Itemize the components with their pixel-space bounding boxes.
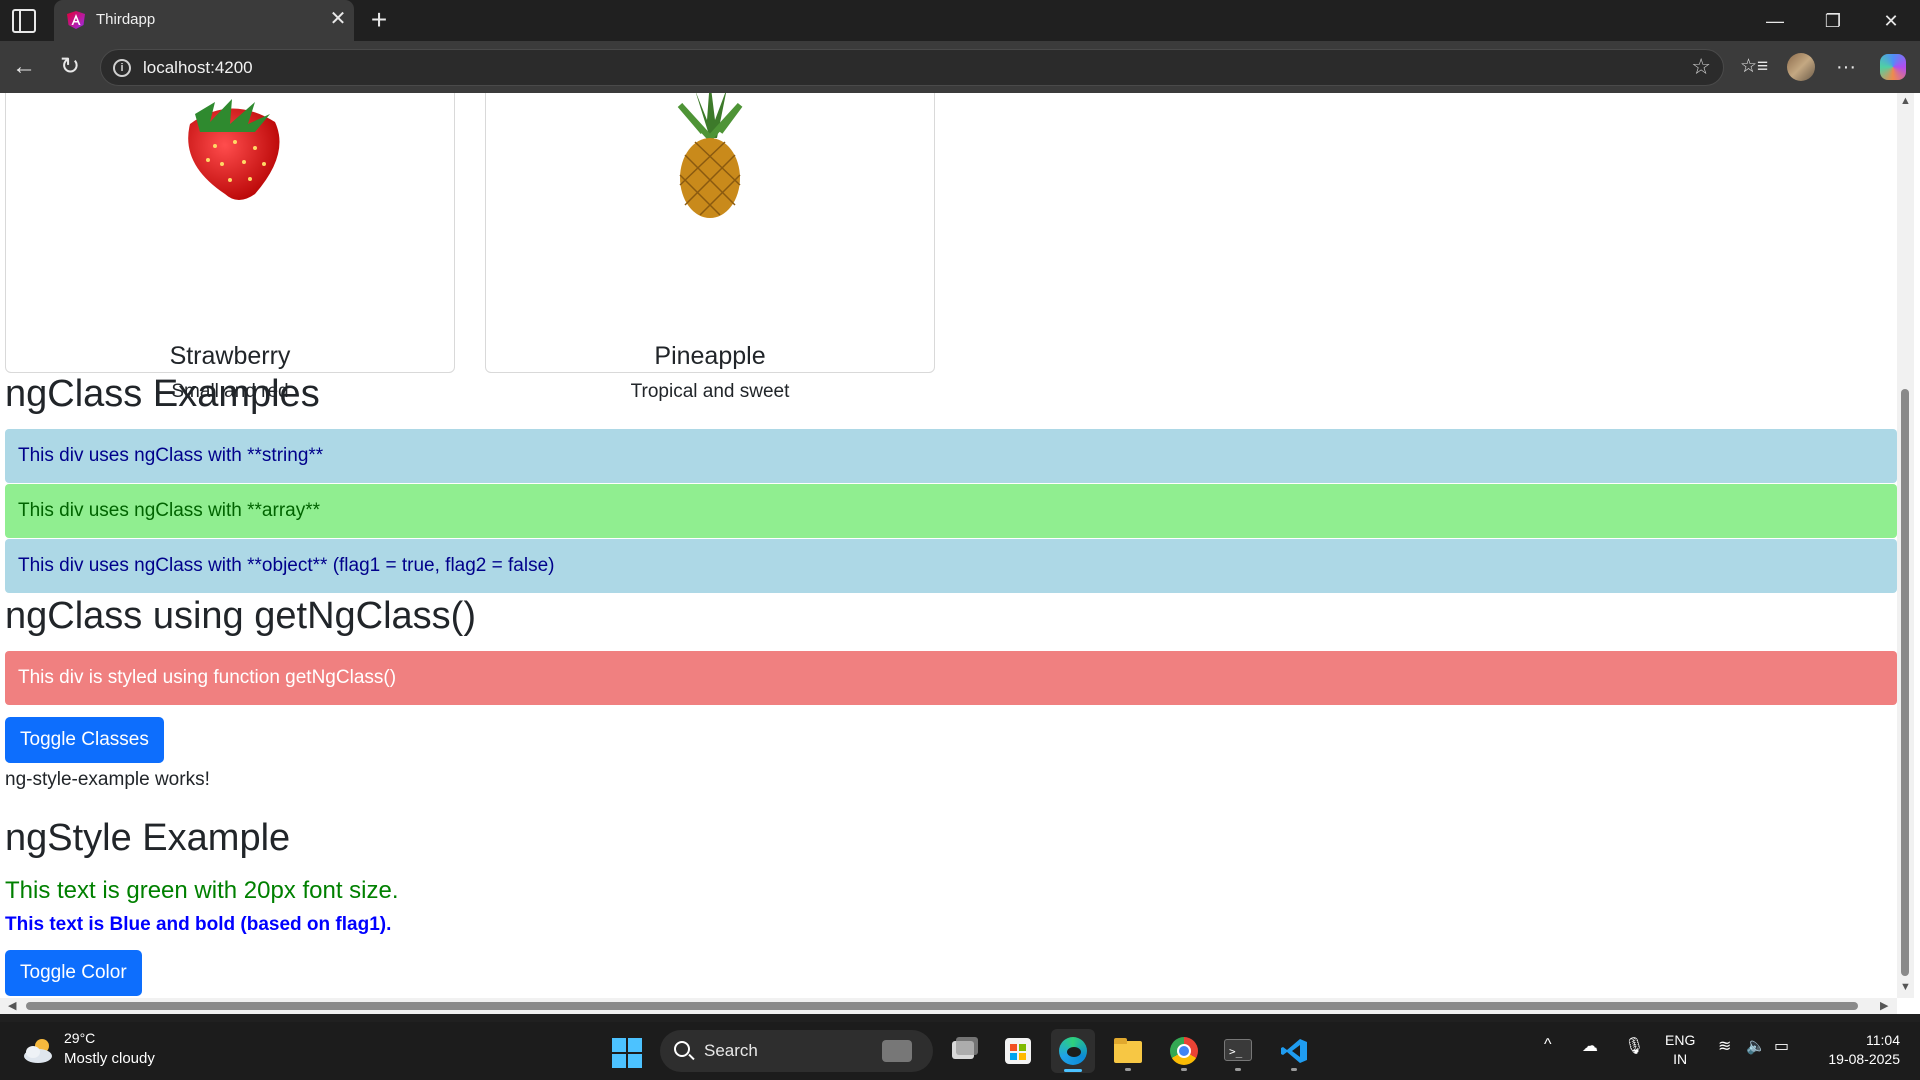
close-window-button[interactable]: ✕: [1868, 6, 1914, 36]
back-button[interactable]: ←: [8, 51, 40, 83]
microsoft-store-icon[interactable]: [996, 1029, 1040, 1073]
taskbar-search[interactable]: Search: [660, 1030, 933, 1072]
getngclass-styled-div: This div is styled using function getNgC…: [5, 651, 1897, 705]
tab-close-icon[interactable]: ✕: [326, 7, 350, 31]
favorite-star-icon[interactable]: ☆: [1691, 54, 1711, 80]
ngclass-heading: ngClass Examples: [5, 373, 320, 415]
horizontal-scroll-thumb[interactable]: [26, 1002, 1858, 1010]
weather-condition[interactable]: Mostly cloudy: [64, 1050, 155, 1067]
scroll-up-arrow-icon[interactable]: ▲: [1900, 95, 1911, 107]
browser-tab-strip: Thirdapp ✕ + — ❐ ✕: [0, 0, 1920, 41]
blue-bold-text: This text is Blue and bold (based on fla…: [5, 914, 392, 935]
file-explorer-icon[interactable]: [1106, 1029, 1150, 1073]
show-hidden-icons-chevron[interactable]: ^: [1544, 1036, 1552, 1054]
vertical-scroll-thumb[interactable]: [1901, 389, 1909, 976]
system-clock[interactable]: 11:04 19-08-2025: [1818, 1031, 1900, 1069]
page-viewport: Strawberry Small and red Pineapple Tropi…: [0, 93, 1920, 1014]
ngclass-array-div: This div uses ngClass with **array**: [5, 484, 1897, 538]
maximize-button[interactable]: ❐: [1810, 6, 1856, 36]
windows-start-icon[interactable]: [612, 1038, 642, 1068]
more-options-icon[interactable]: ···: [1830, 51, 1862, 83]
terminal-icon[interactable]: >_: [1216, 1029, 1260, 1073]
tab-title: Thirdapp: [96, 11, 156, 28]
pineapple-image: [677, 93, 743, 218]
ngclass-object-div: This div uses ngClass with **object** (f…: [5, 539, 1897, 593]
address-toolbar: ← ↻ i localhost:4200 ☆ ☆≡ ···: [0, 41, 1920, 93]
card-title: Strawberry: [169, 342, 291, 370]
volume-icon[interactable]: 🔈: [1746, 1036, 1766, 1056]
onedrive-icon[interactable]: ☁: [1582, 1036, 1598, 1056]
vertical-scrollbar[interactable]: ▲ ▼: [1897, 93, 1914, 998]
ng-style-works-text: ng-style-example works!: [5, 769, 210, 790]
task-view-icon[interactable]: [942, 1029, 986, 1073]
ngclass-string-div: This div uses ngClass with **string**: [5, 429, 1897, 483]
scroll-down-arrow-icon[interactable]: ▼: [1900, 981, 1911, 993]
camera-icon: [882, 1040, 912, 1062]
new-tab-button[interactable]: +: [365, 5, 393, 35]
toggle-color-button[interactable]: Toggle Color: [5, 950, 142, 996]
toggle-classes-button[interactable]: Toggle Classes: [5, 717, 164, 763]
microphone-icon[interactable]: 🎙: [1624, 1036, 1644, 1056]
url-text[interactable]: localhost:4200: [143, 58, 253, 78]
battery-icon[interactable]: ▭: [1774, 1036, 1789, 1056]
clock-time: 11:04: [1866, 1032, 1900, 1048]
clock-date: 19-08-2025: [1828, 1051, 1900, 1067]
weather-temperature[interactable]: 29°C: [64, 1030, 95, 1046]
edge-browser-icon[interactable]: [1051, 1029, 1095, 1073]
site-info-icon[interactable]: i: [113, 59, 131, 77]
scroll-right-arrow-icon[interactable]: ▶: [1880, 999, 1888, 1012]
strawberry-image: [188, 99, 280, 200]
copilot-icon[interactable]: [1880, 54, 1906, 80]
scroll-left-arrow-icon[interactable]: ◀: [8, 999, 16, 1012]
card-description: Tropical and sweet: [630, 381, 790, 402]
reload-button[interactable]: ↻: [54, 51, 86, 83]
sidebar-toggle-icon[interactable]: [12, 9, 36, 33]
language-code: ENG: [1665, 1032, 1696, 1048]
browser-tab-active[interactable]: Thirdapp ✕: [54, 0, 354, 41]
cloud-sun-icon[interactable]: [22, 1036, 58, 1064]
fruit-card: Pineapple Tropical and sweet: [485, 93, 935, 402]
vscode-icon[interactable]: [1272, 1029, 1316, 1073]
address-bar[interactable]: i localhost:4200 ☆: [100, 49, 1724, 86]
search-label: Search: [704, 1041, 758, 1060]
horizontal-scrollbar[interactable]: ◀ ▶: [0, 998, 1897, 1014]
card-title: Pineapple: [654, 342, 766, 370]
windows-taskbar: 29°C Mostly cloudy Search >_ ^ ☁ 🎙 ENG I…: [0, 1022, 1920, 1080]
angular-favicon-icon: [67, 11, 85, 29]
ngstyle-heading: ngStyle Example: [5, 817, 291, 859]
profile-avatar[interactable]: [1787, 53, 1815, 81]
language-indicator[interactable]: ENG IN: [1665, 1031, 1695, 1069]
green-text: This text is green with 20px font size.: [5, 877, 399, 904]
chrome-browser-icon[interactable]: [1162, 1029, 1206, 1073]
favorites-icon[interactable]: ☆≡: [1738, 51, 1770, 83]
minimize-button[interactable]: —: [1752, 6, 1798, 36]
fruit-card: Strawberry Small and red: [5, 93, 455, 402]
getngclass-heading: ngClass using getNgClass(): [5, 595, 476, 637]
region-code: IN: [1673, 1051, 1688, 1067]
search-icon: [674, 1041, 690, 1057]
page-content: Strawberry Small and red Pineapple Tropi…: [5, 93, 1897, 998]
wifi-icon[interactable]: ≋: [1718, 1036, 1731, 1056]
